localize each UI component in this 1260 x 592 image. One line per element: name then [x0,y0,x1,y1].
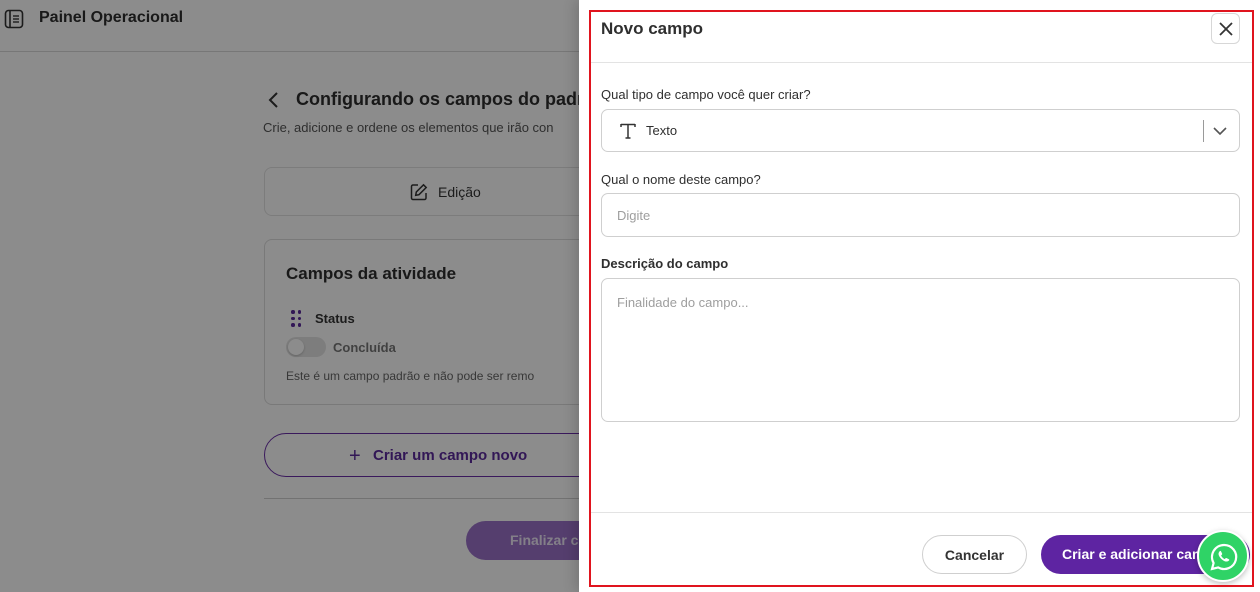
field-name-label: Qual o nome deste campo? [601,172,761,187]
field-type-select[interactable]: Texto [601,109,1240,152]
footer-separator [591,512,1252,513]
cancel-button[interactable]: Cancelar [922,535,1027,574]
field-name-placeholder: Digite [617,208,651,223]
select-separator [1203,120,1204,142]
cancel-button-label: Cancelar [944,547,1005,563]
description-placeholder: Finalidade do campo... [617,295,749,310]
text-type-icon [618,121,638,141]
whatsapp-button[interactable] [1197,530,1249,582]
close-button[interactable] [1211,13,1240,44]
field-type-label: Qual tipo de campo você quer criar? [601,87,811,102]
description-label: Descrição do campo [601,256,729,271]
field-type-value: Texto [646,123,678,138]
field-name-input[interactable]: Digite [601,193,1240,237]
create-and-add-label: Criar e adicionar cam [1062,546,1205,562]
drawer-title: Novo campo [601,19,704,38]
description-textarea[interactable]: Finalidade do campo... [601,278,1240,422]
chevron-down-icon[interactable] [1212,124,1228,143]
header-separator [591,62,1252,63]
